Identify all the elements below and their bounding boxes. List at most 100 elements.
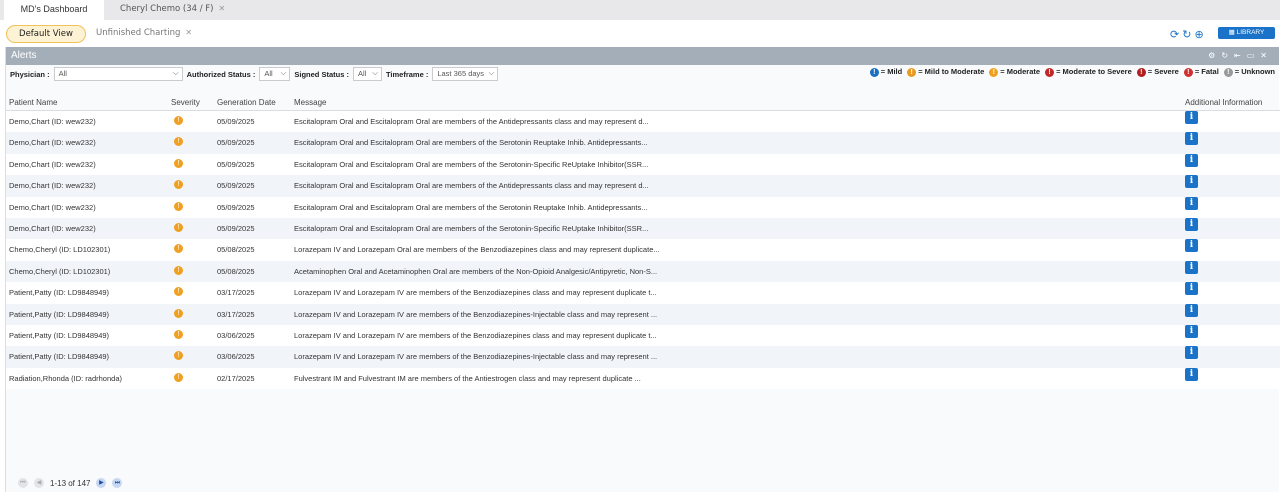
severity-icon: ! — [907, 67, 917, 77]
table-row[interactable]: Demo,Chart (ID: wew232)! 05/09/2025 Escita… — [6, 153, 1280, 176]
legend-item: ! = Moderate to Severe — [1045, 67, 1132, 77]
timeframe-select[interactable]: Last 365 days — [432, 67, 499, 81]
info-icon[interactable]: i — [1185, 303, 1198, 317]
info-icon[interactable]: i — [1185, 111, 1198, 124]
table-row[interactable]: Patient,Patty (ID: LD9848949)! 03/17/2025… — [6, 282, 1280, 304]
moderate-severity-icon: ! — [174, 330, 183, 339]
close-icon[interactable]: ✕ — [1260, 51, 1273, 60]
alerts-table: Demo,Chart (ID: wew232)! 05/09/2025 Escita… — [6, 110, 1280, 390]
info-icon[interactable]: i — [1185, 132, 1198, 146]
maximize-icon[interactable]: ▭ — [1247, 51, 1261, 60]
generation-date: 05/09/2025 — [217, 181, 255, 191]
message: Escitalopram Oral and Escitalopram Oral … — [294, 138, 648, 148]
generation-date: 05/09/2025 — [217, 138, 255, 148]
close-icon[interactable]: ✕ — [185, 28, 192, 37]
message: Escitalopram Oral and Escitalopram Oral … — [294, 224, 649, 233]
info-icon[interactable]: i — [1185, 153, 1198, 167]
info-icon[interactable]: i — [1185, 346, 1198, 360]
generation-date: 05/09/2025 — [217, 202, 255, 212]
physician-select[interactable]: All — [53, 67, 183, 81]
severity-icon: ! — [1136, 67, 1146, 77]
generation-date: 05/08/2025 — [217, 245, 255, 255]
generation-date: 03/17/2025 — [217, 309, 255, 319]
generation-date: 03/17/2025 — [217, 288, 255, 298]
info-icon[interactable]: i — [1185, 367, 1198, 381]
tab-bar: MD's Dashboard Cheryl Chemo (34 / F) ✕ — [0, 0, 1280, 20]
info-icon[interactable]: i — [1185, 218, 1198, 231]
table-row[interactable]: Patient,Patty (ID: LD9848949)! 03/17/2025… — [6, 303, 1280, 325]
legend-label: = Mild — [880, 67, 903, 76]
page-info: 1-13 of 147 — [50, 478, 91, 488]
library-button[interactable]: ▦ LIBRARY — [1218, 27, 1275, 39]
table-row[interactable]: Chemo,Cheryl (ID: LD102301)! 05/08/2025 Lo… — [6, 239, 1280, 261]
col-severity[interactable]: Severity — [171, 98, 200, 107]
default-view-tab[interactable]: Default View — [6, 25, 86, 43]
generation-date: 03/06/2025 — [217, 331, 255, 340]
physician-label: Physician : — [10, 69, 50, 79]
table-row[interactable]: Demo,Chart (ID: wew232)! 05/09/2025 Escita… — [6, 111, 1280, 133]
patient-name: Demo,Chart (ID: wew232) — [9, 117, 96, 126]
moderate-severity-icon: ! — [174, 265, 183, 275]
collapse-icon[interactable]: ⇤ — [1234, 51, 1247, 60]
table-row[interactable]: Demo,Chart (ID: wew232)! 05/09/2025 Escita… — [6, 175, 1280, 197]
signed-status-label: Signed Status : — [294, 69, 349, 79]
legend-label: = Moderate — [1000, 67, 1041, 76]
table-row[interactable]: Demo,Chart (ID: wew232)! 05/09/2025 Escita… — [6, 196, 1280, 218]
tab-md-dashboard[interactable]: MD's Dashboard — [4, 0, 104, 20]
signed-status-select[interactable]: All — [352, 67, 382, 81]
legend-label: = Unknown — [1234, 67, 1275, 76]
col-patient-name[interactable]: Patient Name — [9, 98, 57, 107]
severity-icon: ! — [989, 67, 999, 77]
authorized-status-label: Authorized Status : — [186, 69, 256, 79]
moderate-severity-icon: ! — [174, 158, 183, 168]
generation-date: 05/08/2025 — [217, 266, 255, 276]
refresh-icon[interactable]: ↻ — [1182, 29, 1194, 41]
severity-icon: ! — [869, 67, 879, 77]
patient-name: Patient,Patty (ID: LD9848949) — [9, 288, 110, 298]
moderate-severity-icon: ! — [174, 180, 183, 190]
info-icon[interactable]: i — [1185, 196, 1198, 210]
moderate-severity-icon: ! — [174, 116, 183, 125]
prev-page-button[interactable]: ◀ — [34, 478, 44, 488]
unfinished-charting-label: Unfinished Charting — [96, 28, 181, 38]
settings-icon[interactable]: ⚙ — [1208, 51, 1221, 60]
table-row[interactable]: Patient,Patty (ID: LD9848949)! 03/06/2025… — [6, 346, 1280, 368]
col-message[interactable]: Message — [294, 98, 326, 107]
info-icon[interactable]: i — [1185, 282, 1198, 296]
table-row[interactable]: Demo,Chart (ID: wew232)! 05/09/2025 Escita… — [6, 218, 1280, 240]
legend-item: ! = Severe — [1136, 67, 1179, 77]
message: Lorazepam IV and Lorazepam IV are member… — [294, 288, 657, 298]
info-icon[interactable]: i — [1185, 260, 1198, 274]
last-page-button[interactable]: ⏭ — [112, 478, 123, 488]
info-icon[interactable]: i — [1185, 175, 1198, 189]
moderate-severity-icon: ! — [174, 372, 183, 382]
first-page-button[interactable]: ⏮ — [18, 478, 28, 488]
close-icon[interactable]: ✕ — [218, 4, 225, 13]
col-generation-date[interactable]: Generation Date — [217, 98, 276, 107]
refresh-icon[interactable]: ↻ — [1221, 51, 1234, 60]
patient-name: Patient,Patty (ID: LD9848949) — [9, 352, 110, 362]
sync-icon[interactable]: ⟳ — [1170, 29, 1182, 41]
grid-icon: ▦ — [1228, 29, 1237, 36]
tab-patient[interactable]: Cheryl Chemo (34 / F) ✕ — [120, 0, 225, 20]
add-icon[interactable]: ⊕ — [1194, 29, 1206, 41]
info-icon[interactable]: i — [1185, 239, 1198, 253]
timeframe-label: Timeframe : — [385, 69, 429, 79]
patient-name: Demo,Chart (ID: wew232) — [9, 202, 96, 212]
patient-name: Chemo,Cheryl (ID: LD102301) — [9, 266, 111, 276]
table-row[interactable]: Demo,Chart (ID: wew232)! 05/09/2025 Escita… — [6, 132, 1280, 154]
generation-date: 03/06/2025 — [217, 352, 255, 362]
view-bar: Default View Unfinished Charting ✕ ⟳↻⊕ ▦ … — [0, 20, 1280, 46]
table-row[interactable]: Radiation,Rhonda (ID: radrhonda)! 02/17/2… — [6, 367, 1280, 390]
next-page-button[interactable]: ▶ — [96, 478, 107, 488]
message: Lorazepam IV and Lorazepam IV are member… — [294, 309, 658, 319]
authorized-status-select[interactable]: All — [259, 67, 291, 81]
generation-date: 02/17/2025 — [217, 373, 255, 383]
message: Escitalopram Oral and Escitalopram Oral … — [294, 159, 649, 169]
message: Lorazepam IV and Lorazepam IV are member… — [294, 331, 657, 340]
info-icon[interactable]: i — [1185, 325, 1198, 338]
unfinished-charting-tab[interactable]: Unfinished Charting ✕ — [96, 28, 192, 38]
table-row[interactable]: Chemo,Cheryl (ID: LD102301)! 05/08/2025 Ac… — [6, 260, 1280, 283]
table-row[interactable]: Patient,Patty (ID: LD9848949)! 03/06/2025… — [6, 325, 1280, 347]
alerts-panel: Alerts ⚙↻⇤▭✕ Physician : All Authorized … — [5, 47, 1280, 492]
